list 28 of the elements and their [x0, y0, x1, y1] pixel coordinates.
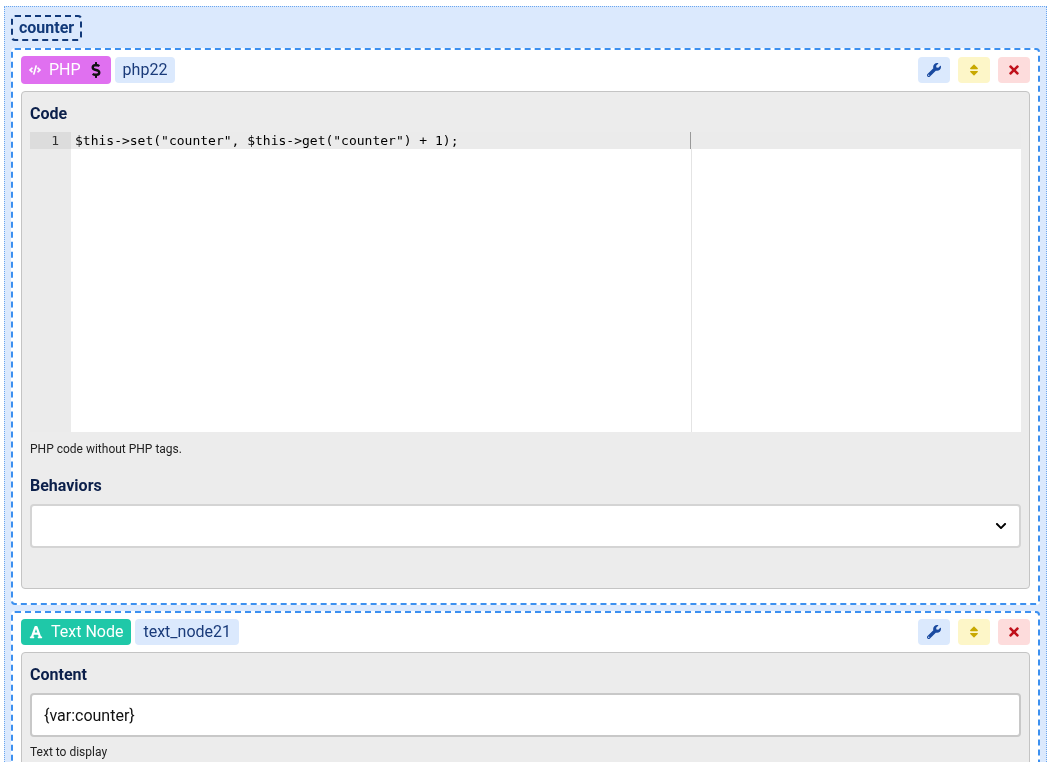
select-field[interactable]: [30, 504, 1021, 548]
delete-button[interactable]: [998, 57, 1030, 83]
field-label: Behaviors: [30, 475, 103, 497]
code-icon: [29, 64, 41, 76]
delete-button[interactable]: [998, 619, 1030, 645]
node-id-tag: php22: [114, 57, 176, 83]
wrench-icon: [927, 625, 941, 639]
input-field[interactable]: {var:counter}: [30, 693, 1021, 737]
close-icon: [1007, 625, 1021, 639]
type-label: Text Node: [51, 621, 124, 643]
field-label: Code: [30, 103, 69, 125]
node-id-tag: text_node21: [135, 619, 239, 645]
wrench-icon: [927, 63, 941, 77]
field-label: Content: [30, 664, 88, 686]
type-label: PHP: [49, 59, 81, 81]
help-text: PHP code without PHP tags.: [30, 441, 183, 458]
line-number: 1: [30, 132, 71, 149]
close-icon: [1007, 63, 1021, 77]
group-label: counter: [11, 15, 83, 41]
up-down-icon: [967, 625, 981, 639]
up-down-icon: [967, 63, 981, 77]
code-line: $this->set("counter", $this->get("counter") + 1);: [71, 132, 691, 149]
help-text: Text to display: [30, 744, 109, 761]
code-editor[interactable]: 1 $this->set("counter", $this->get("counter") + 1);: [30, 132, 1021, 432]
settings-button[interactable]: [918, 57, 950, 83]
chevron-down-icon: [995, 520, 1007, 532]
letter-icon: [29, 625, 43, 639]
settings-button[interactable]: [918, 619, 950, 645]
